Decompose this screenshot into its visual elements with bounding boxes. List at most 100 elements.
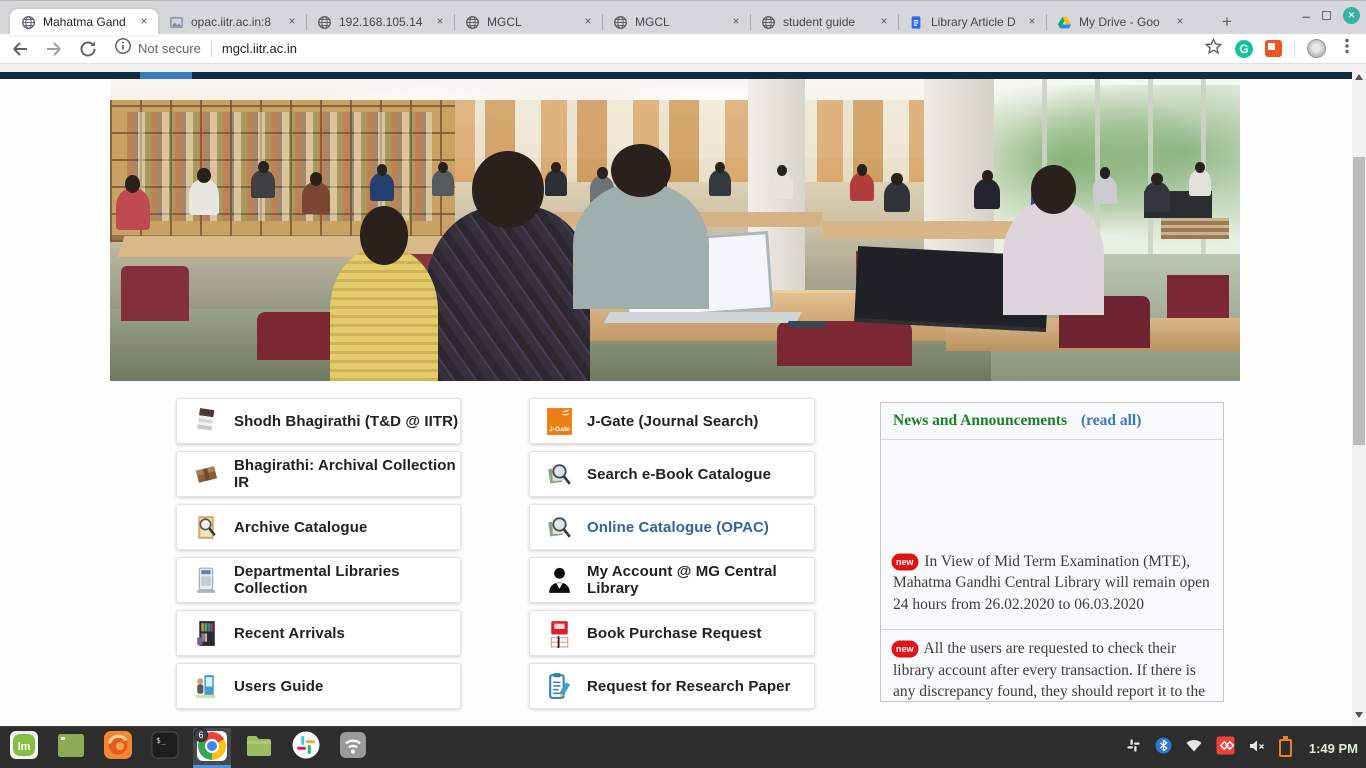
clipboard-pencil-icon [546, 671, 573, 702]
browser-tab-student-guide[interactable]: student guide× [750, 9, 898, 35]
menu-button-label: Shodh Bhagirathi (T&D @ IITR) [234, 413, 458, 430]
notification-badge: 6 [194, 728, 208, 742]
launcher-desktop-window-icon[interactable] [52, 728, 90, 768]
scrollbar-thumb[interactable] [1353, 157, 1365, 445]
browser-tab-mgcl[interactable]: MGCL× [454, 9, 602, 35]
photo-chair-red [121, 266, 189, 320]
window-minimize-button[interactable]: – [1302, 11, 1310, 21]
tab-close-icon[interactable]: × [580, 14, 596, 30]
news-read-all-link[interactable]: (read all) [1081, 412, 1141, 430]
menu-button-request-for-research-paper[interactable]: Request for Research Paper [529, 663, 815, 709]
launcher-firefox-icon[interactable] [99, 728, 137, 768]
browser-tab-opac-iitr-ac-in-8[interactable]: opac.iitr.ac.in:8× [158, 9, 306, 35]
profile-avatar[interactable] [1307, 39, 1326, 58]
reload-button[interactable] [74, 38, 102, 60]
url-text[interactable]: mgcl.iitr.ac.in [222, 41, 297, 56]
battery-icon[interactable] [1279, 739, 1292, 757]
launcher-chrome-icon[interactable]: 6 [193, 728, 231, 768]
page-nav-active-segment [140, 72, 192, 79]
archive-box-icon [193, 459, 220, 490]
photo-laptop-base [604, 312, 802, 323]
extension-icon[interactable] [1265, 40, 1282, 57]
browser-tab-mgcl[interactable]: MGCL× [602, 9, 750, 35]
scrollbar-down-arrow-icon[interactable] [1355, 712, 1363, 718]
news-panel-header: News and Announcements (read all) [881, 403, 1223, 440]
launcher-slack-icon[interactable] [287, 728, 325, 768]
new-tab-button[interactable]: + [1212, 9, 1242, 35]
menu-button-book-purchase-request[interactable]: Book Purchase Request [529, 610, 815, 656]
menu-button-online-catalogue-opac[interactable]: Online Catalogue (OPAC) [529, 504, 815, 550]
bookshelf-icon [193, 618, 220, 649]
red-book-icon [546, 618, 573, 649]
tab-close-icon[interactable]: × [432, 14, 448, 30]
back-button[interactable] [6, 38, 34, 60]
launcher-mint-menu-icon[interactable]: lm [5, 728, 43, 768]
slack-tray-icon[interactable] [1125, 737, 1142, 759]
tab-close-icon[interactable]: × [728, 14, 744, 30]
menu-button-search-e-book-catalogue[interactable]: Search e-Book Catalogue [529, 451, 815, 497]
menu-button-my-account-mg-central-library[interactable]: My Account @ MG Central Library [529, 557, 815, 603]
browser-tab-192-168-105-14[interactable]: 192.168.105.14× [306, 9, 454, 35]
tab-close-icon[interactable]: × [284, 14, 300, 30]
bluetooth-icon[interactable] [1155, 737, 1172, 759]
menu-button-users-guide[interactable]: Users Guide [176, 663, 461, 709]
address-bar[interactable]: Not secure mgcl.iitr.ac.in [114, 37, 1204, 60]
news-item-text: new In View of Mid Term Examination (MTE… [893, 551, 1211, 616]
tab-close-icon[interactable]: × [1024, 14, 1040, 30]
tab-close-icon[interactable]: × [136, 14, 152, 30]
tab-title: Library Article D [931, 15, 1024, 29]
browser-tab-mahatma-gand[interactable]: Mahatma Gand× [10, 9, 158, 35]
menu-button-bhagirathi-archival-collection-ir[interactable]: Bhagirathi: Archival Collection IR [176, 451, 461, 497]
slack-icon [291, 730, 321, 765]
browser-tab-library-article-d[interactable]: Library Article D× [898, 9, 1046, 35]
news-items: new In View of Mid Term Examination (MTE… [881, 440, 1223, 702]
svg-text:lm: lm [18, 741, 31, 753]
forward-button[interactable] [40, 38, 68, 60]
browser-tab-my-drive-goo[interactable]: My Drive - Goo× [1046, 9, 1194, 35]
wifi-icon[interactable] [1185, 738, 1203, 758]
news-item: new All the users are requested to check… [881, 630, 1223, 702]
menu-button-shodh-bhagirathi-t-d-iitr[interactable]: Shodh Bhagirathi (T&D @ IITR) [176, 398, 461, 444]
menu-button-archive-catalogue[interactable]: Archive Catalogue [176, 504, 461, 550]
globe-icon [316, 14, 332, 30]
menu-button-departmental-libraries-collection[interactable]: Departmental Libraries Collection [176, 557, 461, 603]
grammarly-extension-icon[interactable]: G [1235, 40, 1253, 58]
window-close-button[interactable]: ✕ [1343, 7, 1360, 24]
tab-close-icon[interactable]: × [876, 14, 892, 30]
menu-button-label: Search e-Book Catalogue [587, 466, 771, 483]
photo-person-writing [573, 182, 709, 309]
launcher-network-app-icon[interactable] [334, 728, 372, 768]
launcher-terminal-icon[interactable]: $_ [146, 728, 184, 768]
book-search-icon [546, 512, 573, 543]
bookmark-star-icon[interactable] [1204, 37, 1223, 61]
photo-person [1093, 176, 1117, 204]
news-title: News and Announcements [893, 412, 1067, 430]
tab-close-icon[interactable]: × [1172, 14, 1188, 30]
webpage: Shodh Bhagirathi (T&D @ IITR) Bhagirathi:… [0, 64, 1366, 726]
google-docs-icon [908, 14, 924, 30]
page-scrollbar[interactable] [1352, 64, 1366, 726]
taskbar: lm $_ 6 1:49 PM [0, 726, 1366, 768]
photo-person [884, 182, 910, 212]
anydesk-icon[interactable] [1216, 736, 1235, 760]
tab-title: My Drive - Goo [1079, 15, 1172, 29]
photo-person [974, 179, 1000, 209]
system-tray: 1:49 PM [1125, 727, 1358, 768]
menu-button-recent-arrivals[interactable]: Recent Arrivals [176, 610, 461, 656]
photo-person-girl-laptop [1003, 200, 1105, 315]
menu-button-j-gate-journal-search[interactable]: J-GateJ-Gate (Journal Search) [529, 398, 815, 444]
window-maximize-button[interactable] [1322, 11, 1331, 20]
globe-icon [20, 14, 36, 30]
file-manager-icon [244, 730, 274, 765]
info-icon[interactable] [114, 37, 132, 60]
omnibox-divider [211, 41, 212, 57]
scrollbar-up-arrow-icon[interactable] [1355, 74, 1363, 80]
menu-button-label: Recent Arrivals [234, 625, 345, 642]
svg-text:J-Gate: J-Gate [549, 425, 570, 432]
page-nav-strip [0, 72, 1352, 79]
book-search-icon [546, 459, 573, 490]
volume-muted-icon[interactable] [1248, 738, 1266, 759]
launcher-file-manager-icon[interactable] [240, 728, 278, 768]
photo-person [709, 170, 731, 196]
browser-menu-icon[interactable] [1338, 37, 1356, 60]
